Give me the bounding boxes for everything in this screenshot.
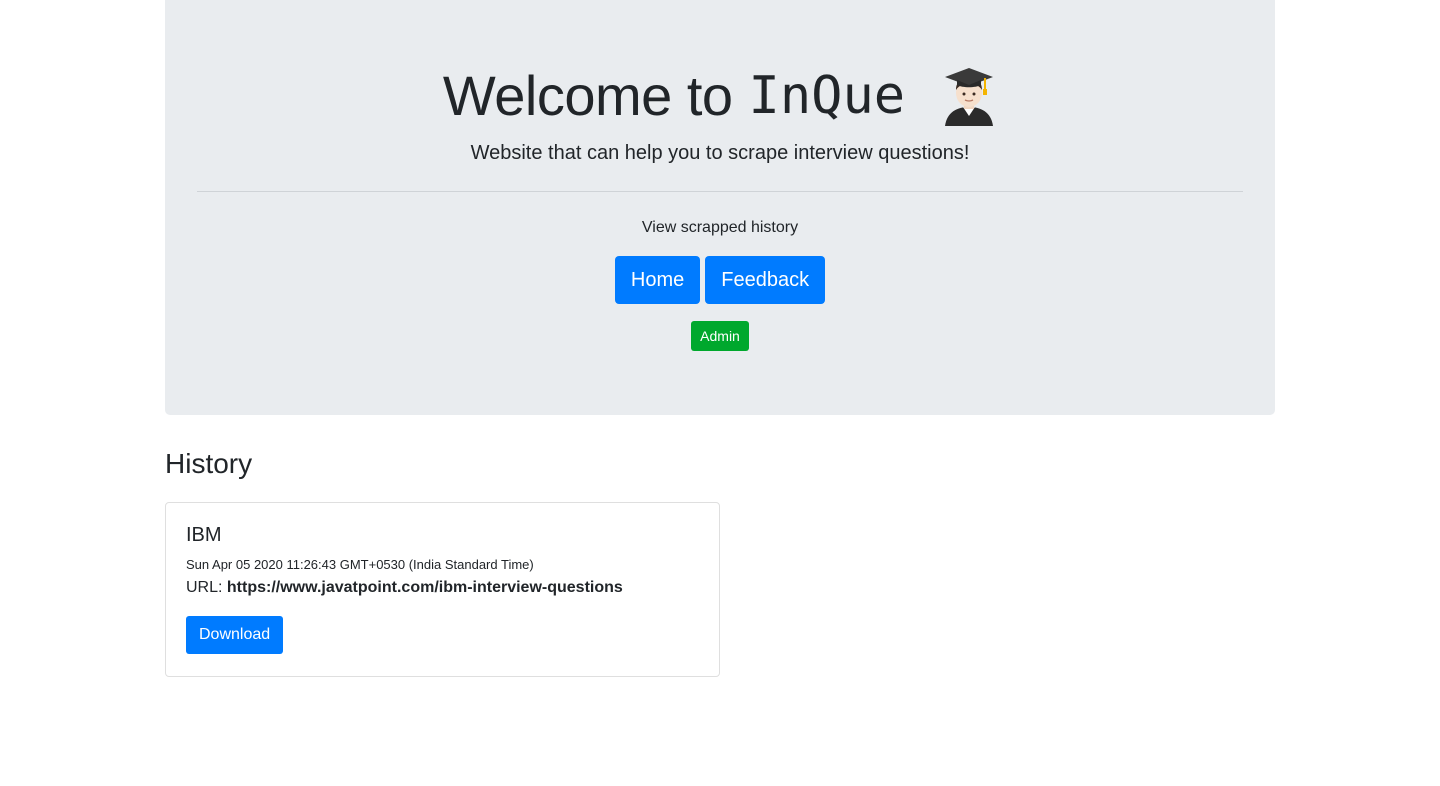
card-company: IBM <box>186 524 222 546</box>
history-card: IBM Sun Apr 05 2020 11:26:43 GMT+0530 (I… <box>165 502 720 677</box>
url-label: URL: <box>186 579 223 596</box>
view-history-text: View scrapped history <box>641 219 799 236</box>
card-url: https://www.javatpoint.com/ibm-interview… <box>226 579 623 596</box>
student-graduation-cap-icon <box>941 66 997 126</box>
page-container: Welcome to InQue Website that can help y… <box>165 0 1275 677</box>
page-title: Welcome to InQue <box>165 60 1275 132</box>
divider <box>197 191 1243 192</box>
history-heading: History <box>165 448 253 479</box>
admin-button[interactable]: Admin <box>691 321 749 351</box>
card-date: Sun Apr 05 2020 11:26:43 GMT+0530 (India… <box>186 557 534 572</box>
jumbotron: Welcome to InQue Website that can help y… <box>165 0 1275 415</box>
card-url-line: URL: https://www.javatpoint.com/ibm-inte… <box>186 577 699 599</box>
feedback-button[interactable]: Feedback <box>705 256 826 304</box>
brand-name: InQue <box>748 66 906 126</box>
nav-buttons: Home Feedback <box>165 256 1275 304</box>
hero-subtitle: Website that can help you to scrape inte… <box>470 142 970 164</box>
home-button[interactable]: Home <box>614 256 701 304</box>
title-prefix: Welcome to <box>442 64 733 127</box>
download-button[interactable]: Download <box>186 616 284 654</box>
